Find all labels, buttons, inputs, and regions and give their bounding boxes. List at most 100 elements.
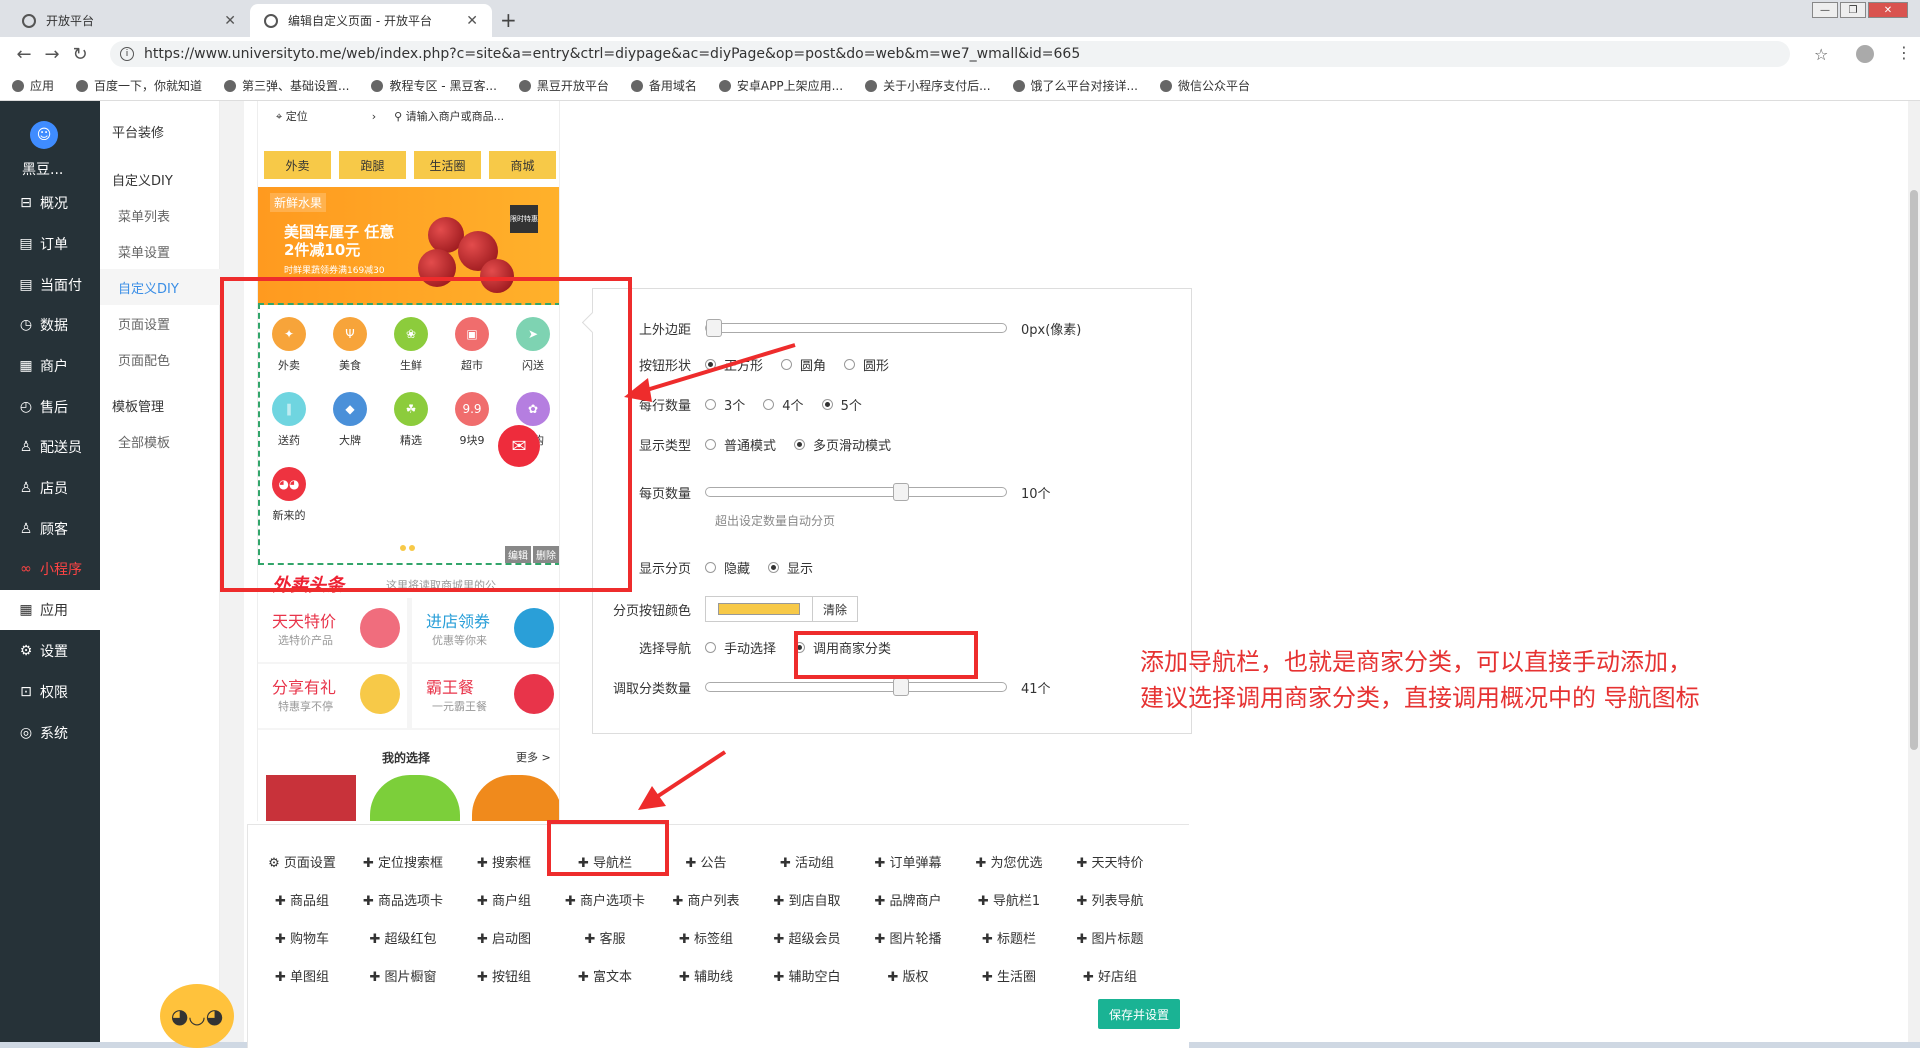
palette-item[interactable]: ✚ 公告 [656, 849, 756, 873]
subnav-item[interactable]: 自定义DIY [100, 161, 220, 197]
sidebar-item[interactable]: ▦ 应用 [0, 590, 100, 630]
radio-icon[interactable] [705, 641, 716, 653]
restore-icon[interactable]: ❐ [1840, 2, 1866, 18]
radio-option[interactable]: 圆角 [781, 355, 826, 374]
quick-tab[interactable]: 跑腿 [339, 151, 406, 179]
bookmark-item[interactable]: 应用 [12, 77, 54, 94]
palette-item[interactable]: ✚ 商户组 [454, 887, 554, 911]
palette-item[interactable]: ✚ 为您优选 [959, 849, 1059, 873]
radio-option[interactable]: 隐藏 [705, 558, 750, 577]
info-icon[interactable]: i [120, 47, 134, 61]
bookmark-item[interactable]: 安卓APP上架应用... [718, 77, 843, 94]
bookmark-item[interactable]: 备用域名 [630, 77, 697, 94]
browser-tab-1[interactable]: 开放平台 ✕ [8, 4, 250, 37]
subnav-item[interactable]: 菜单列表 [100, 197, 220, 233]
forward-icon[interactable]: → [38, 44, 66, 65]
sidebar-item[interactable]: ⚙ 设置 [0, 631, 100, 671]
palette-item[interactable]: ✚ 图片标题 [1060, 925, 1160, 949]
scrollbar-thumb[interactable] [1910, 190, 1918, 750]
sidebar-item[interactable]: ♙ 店员 [0, 468, 100, 508]
subnav-item[interactable]: 模板管理 [100, 387, 220, 423]
margin-slider[interactable] [705, 319, 1007, 337]
radio-icon[interactable] [705, 438, 716, 450]
reload-icon[interactable]: ↻ [66, 44, 94, 65]
palette-item[interactable]: ✚ 定位搜索框 [353, 849, 453, 873]
palette-item[interactable]: ✚ 天天特价 [1060, 849, 1160, 873]
radio-option[interactable]: 4个 [763, 395, 804, 414]
subnav-item[interactable]: 页面配色 [100, 341, 220, 377]
slider-knob[interactable] [893, 483, 910, 501]
palette-item[interactable]: ✚ 启动图 [454, 925, 554, 949]
sidebar-item[interactable]: ▤ 订单 [0, 224, 100, 264]
radio-icon[interactable] [768, 561, 780, 573]
bookmark-item[interactable]: 黑豆开放平台 [518, 77, 609, 94]
new-tab-icon[interactable]: + [500, 8, 517, 32]
slider-knob[interactable] [893, 678, 910, 696]
window-close-icon[interactable]: ✕ [1868, 2, 1908, 18]
radio-option[interactable]: 显示 [768, 558, 813, 577]
palette-item[interactable]: ✚ 标签组 [656, 925, 756, 949]
sidebar-item[interactable]: ◴ 售后 [0, 387, 100, 427]
profile-avatar[interactable] [1856, 45, 1874, 63]
bookmark-item[interactable]: 第三弹、基础设置... [224, 77, 349, 94]
url-input[interactable]: i https://www.universityto.me/web/index.… [110, 41, 1790, 67]
location-search-bar[interactable]: ⌖ 定位 › ⚲ 请输入商户或商品... [258, 101, 559, 131]
palette-item[interactable]: ✚ 商品选项卡 [353, 887, 453, 911]
clear-button[interactable]: 清除 [813, 596, 859, 622]
radio-option[interactable]: 正方形 [705, 355, 763, 374]
palette-item[interactable]: ✚ 生活圈 [959, 963, 1059, 987]
radio-option[interactable]: 手动选择 [705, 638, 776, 657]
sidebar-item[interactable]: ⊟ 概况 [0, 183, 100, 223]
bookmark-item[interactable]: 教程专区 - 黑豆客... [371, 77, 497, 94]
radio-option[interactable]: 3个 [705, 395, 745, 414]
radio-icon[interactable] [763, 398, 775, 410]
radio-icon[interactable] [705, 561, 716, 573]
promo-card[interactable]: 分享有礼 特惠享不停 [258, 664, 407, 728]
palette-item[interactable]: ✚ 到店自取 [757, 887, 857, 911]
minimize-icon[interactable]: — [1812, 2, 1838, 18]
promo-card[interactable]: 霸王餐 一元霸王餐 [412, 664, 559, 728]
sidebar-item[interactable]: ◷ 数据 [0, 305, 100, 345]
radio-icon[interactable] [794, 438, 806, 450]
sidebar-item[interactable]: ♙ 配送员 [0, 427, 100, 467]
search-placeholder[interactable]: ⚲ 请输入商户或商品... [394, 108, 504, 124]
more-menu-icon[interactable]: ⋮ [1896, 43, 1912, 62]
palette-item[interactable]: ✚ 订单弹幕 [858, 849, 958, 873]
palette-item[interactable]: ✚ 辅助空白 [757, 963, 857, 987]
close-icon[interactable]: ✕ [224, 13, 236, 29]
radio-icon[interactable] [705, 398, 716, 410]
radio-icon[interactable] [705, 358, 716, 370]
slider-knob[interactable] [706, 319, 722, 337]
palette-item[interactable]: ✚ 单图组 [252, 963, 352, 987]
palette-item[interactable]: ✚ 辅助线 [656, 963, 756, 987]
palette-item[interactable]: ✚ 列表导航 [1060, 887, 1160, 911]
sidebar-item[interactable]: ▤ 当面付 [0, 265, 100, 305]
quick-tab[interactable]: 外卖 [264, 151, 331, 179]
radio-icon[interactable] [821, 398, 833, 410]
palette-item[interactable]: ✚ 图片轮播 [858, 925, 958, 949]
location-label[interactable]: ⌖ 定位 [276, 108, 308, 124]
fetch-count-slider[interactable] [705, 678, 1007, 696]
palette-item[interactable]: ✚ 商品组 [252, 887, 352, 911]
palette-item[interactable]: ⚙ 页面设置 [252, 849, 352, 873]
sidebar-item[interactable]: ♙ 顾客 [0, 509, 100, 549]
subnav-item[interactable]: 页面设置 [100, 305, 220, 341]
palette-item[interactable]: ✚ 版权 [858, 963, 958, 987]
subnav-item[interactable]: 平台装修 [100, 113, 220, 149]
palette-item[interactable]: ✚ 客服 [555, 925, 655, 949]
bookmark-star-icon[interactable]: ☆ [1814, 45, 1828, 64]
palette-item[interactable]: ✚ 富文本 [555, 963, 655, 987]
bookmark-item[interactable]: 微信公众平台 [1159, 77, 1250, 94]
sidebar-item[interactable]: ∞ 小程序 [0, 549, 100, 589]
more-link[interactable]: 更多 > [516, 749, 551, 765]
palette-item[interactable]: ✚ 活动组 [757, 849, 857, 873]
radio-option[interactable]: 普通模式 [705, 435, 776, 454]
palette-item[interactable]: ✚ 搜索框 [454, 849, 554, 873]
back-icon[interactable]: ← [10, 44, 38, 65]
per-page-slider[interactable] [705, 483, 1007, 501]
palette-item[interactable]: ✚ 好店组 [1060, 963, 1160, 987]
palette-item[interactable]: ✚ 标题栏 [959, 925, 1059, 949]
quick-tab[interactable]: 商城 [489, 151, 556, 179]
palette-item[interactable]: ✚ 品牌商户 [858, 887, 958, 911]
radio-option[interactable]: 圆形 [844, 355, 889, 374]
